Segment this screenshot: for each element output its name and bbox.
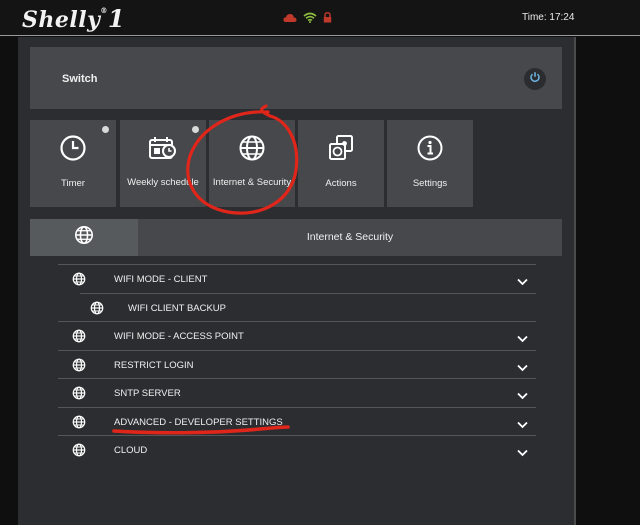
device-name: Switch: [62, 73, 98, 85]
list-item-label: CLOUD: [114, 445, 148, 456]
list-item-label: WIFI MODE - CLIENT: [114, 274, 208, 285]
power-button[interactable]: [524, 68, 546, 90]
chevron-down-icon[interactable]: [517, 387, 528, 405]
section-title: Internet & Security: [306, 231, 394, 243]
globe-icon: [238, 134, 266, 167]
list-item-label: SNTP SERVER: [114, 388, 181, 399]
clock-icon: [59, 134, 87, 167]
chevron-down-icon[interactable]: [517, 444, 528, 462]
time-readout: Time: 17:24: [522, 12, 575, 23]
tile-label: Weekly schedule: [127, 177, 199, 188]
tile-actions[interactable]: Actions: [298, 120, 384, 207]
list-item-label: WIFI MODE - ACCESS POINT: [114, 331, 244, 342]
lock-icon[interactable]: [323, 10, 332, 28]
top-bar: Shelly®1 Time: 17:24: [0, 0, 640, 36]
cloud-icon[interactable]: [283, 10, 297, 28]
status-icons: [283, 10, 332, 28]
list-item-label: ADVANCED - DEVELOPER SETTINGS: [114, 416, 283, 428]
list-item-restrict-login[interactable]: RESTRICT LOGIN: [58, 349, 536, 379]
schedule-icon: [148, 134, 178, 167]
list-item-wifi-client[interactable]: WIFI MODE - CLIENT: [58, 264, 536, 293]
list-item-cloud[interactable]: CLOUD: [58, 435, 536, 464]
actions-icon: [327, 134, 355, 167]
chevron-down-icon[interactable]: [517, 359, 528, 377]
globe-icon: [72, 358, 86, 377]
tile-label: Timer: [61, 178, 85, 189]
section-icon-box: [30, 219, 138, 256]
device-switch-bar: Switch: [30, 47, 562, 109]
wifi-icon: [303, 10, 317, 28]
globe-icon: [72, 329, 86, 348]
globe-icon: [72, 386, 86, 405]
tile-internet-security[interactable]: Internet & Security: [209, 120, 295, 207]
info-icon: [416, 134, 444, 167]
shelly-logo: Shelly®1: [22, 4, 126, 33]
chevron-down-icon[interactable]: [517, 273, 528, 291]
globe-icon: [72, 415, 86, 434]
status-dot: [192, 126, 199, 133]
power-icon: [529, 70, 541, 88]
settings-list: WIFI MODE - CLIENT WIFI CLIENT BACKUP WI…: [58, 264, 536, 464]
list-item-sntp-server[interactable]: SNTP SERVER: [58, 378, 536, 407]
chevron-down-icon[interactable]: [517, 330, 528, 348]
status-dot: [102, 126, 109, 133]
tile-timer[interactable]: Timer: [30, 120, 116, 207]
list-item-label: RESTRICT LOGIN: [114, 359, 194, 371]
globe-icon: [72, 272, 86, 291]
list-item-label: WIFI CLIENT BACKUP: [128, 302, 227, 314]
globe-icon: [90, 301, 104, 320]
section-header: Internet & Security: [30, 219, 562, 256]
tile-settings[interactable]: Settings: [387, 120, 473, 207]
chevron-down-icon[interactable]: [517, 416, 528, 434]
globe-icon: [74, 225, 94, 250]
tile-label: Settings: [412, 178, 448, 189]
tile-label: Actions: [325, 178, 357, 189]
scrollbar-track[interactable]: [574, 37, 576, 525]
tile-label: Internet & Security: [212, 177, 292, 188]
list-item-wifi-client-backup[interactable]: WIFI CLIENT BACKUP: [80, 292, 536, 322]
globe-icon: [72, 443, 86, 462]
tile-weekly-schedule[interactable]: Weekly schedule: [120, 120, 206, 207]
list-item-wifi-access-point[interactable]: WIFI MODE - ACCESS POINT: [58, 321, 536, 350]
list-item-advanced-developer-settings[interactable]: ADVANCED - DEVELOPER SETTINGS: [58, 406, 536, 436]
